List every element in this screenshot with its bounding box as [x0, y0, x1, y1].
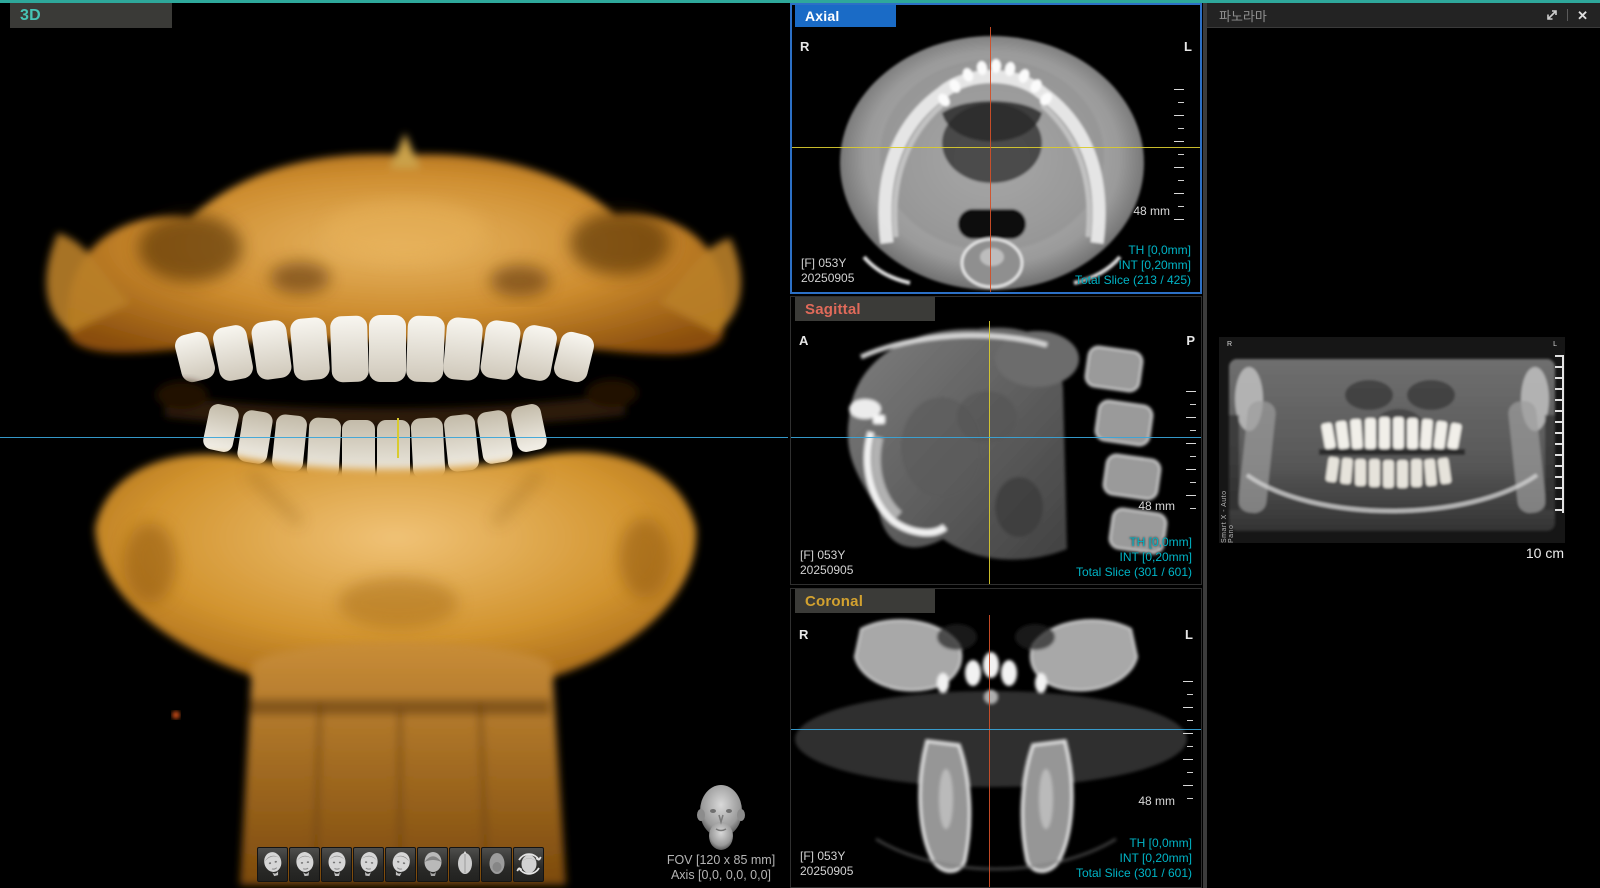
panorama-watermark: Smart X - Auto Pano: [1221, 485, 1235, 543]
head-model-preview-icon: [689, 781, 753, 853]
head-back-icon: [421, 850, 445, 880]
panel-axial[interactable]: Axial: [790, 3, 1202, 294]
head-front-icon: [325, 850, 349, 880]
tab-coronal-label: Coronal: [805, 593, 863, 610]
patient-id: [F] 053Y: [800, 548, 853, 563]
restore-window-button[interactable]: [1543, 7, 1560, 24]
slice-thickness: TH [0,0mm]: [1076, 836, 1192, 851]
head-rotate-button[interactable]: [513, 847, 544, 882]
coronal-scale-ruler: [1183, 681, 1193, 811]
patient-id: [F] 053Y: [800, 849, 853, 864]
study-date: 20250905: [800, 563, 853, 578]
sagittal-patient-info: [F] 053Y 20250905: [800, 548, 853, 578]
head-front-button[interactable]: [321, 847, 352, 882]
sagittal-slice-info: TH [0,0mm] INT [0,20mm] Total Slice (301…: [1076, 535, 1192, 580]
tab-3d-label: 3D: [20, 7, 41, 25]
slice-thickness: TH [0,0mm]: [1075, 243, 1191, 258]
panel-3d[interactable]: 3D: [0, 3, 788, 888]
head-top-button[interactable]: [449, 847, 480, 882]
coronal-crosshair-horizontal[interactable]: [791, 729, 1201, 730]
panorama-image-wrap[interactable]: R L Smart X - Auto Pano: [1219, 337, 1565, 543]
panorama-xray-image: [1219, 337, 1565, 543]
sagittal-marker-anterior: A: [799, 333, 808, 348]
head-bottom-icon: [485, 850, 509, 880]
total-slice: Total Slice (301 / 601): [1076, 866, 1192, 881]
study-date: 20250905: [800, 864, 853, 879]
coronal-scale-label: 48 mm: [1138, 794, 1175, 808]
axial-crosshair-vertical[interactable]: [990, 27, 991, 292]
slice-interval: INT [0,20mm]: [1076, 550, 1192, 565]
coronal-crosshair-vertical[interactable]: [989, 615, 990, 887]
head-bottom-button[interactable]: [481, 847, 512, 882]
tab-sagittal[interactable]: Sagittal: [795, 297, 935, 321]
orientation-toolbar: [257, 847, 545, 882]
tab-axial[interactable]: Axial: [795, 5, 896, 27]
tab-3d[interactable]: 3D: [10, 3, 172, 28]
head-right-oblique-icon: [389, 850, 413, 880]
fov-info-block: FOV [120 x 85 mm] Axis [0,0, 0,0, 0,0]: [656, 781, 786, 883]
axis-label: Axis [0,0, 0,0, 0,0]: [671, 868, 771, 883]
axial-crosshair-horizontal[interactable]: [792, 147, 1200, 148]
axial-slice-info: TH [0,0mm] INT [0,20mm] Total Slice (213…: [1075, 243, 1191, 288]
coronal-marker-right: R: [799, 627, 808, 642]
total-slice: Total Slice (301 / 601): [1076, 565, 1192, 580]
coronal-slice-info: TH [0,0mm] INT [0,20mm] Total Slice (301…: [1076, 836, 1192, 881]
head-rotate-icon: [516, 850, 542, 880]
panorama-scale-label: 10 cm: [1526, 545, 1564, 561]
sagittal-scale-ruler: [1186, 391, 1196, 521]
head-front-left-button[interactable]: [289, 847, 320, 882]
panel-coronal[interactable]: Coronal: [790, 588, 1202, 888]
axial-scale-label: 48 mm: [1133, 204, 1170, 218]
panorama-header: 파노라마 ✕: [1207, 3, 1600, 28]
coronal-patient-info: [F] 053Y 20250905: [800, 849, 853, 879]
close-icon: ✕: [1577, 9, 1588, 22]
study-date: 20250905: [801, 271, 854, 286]
header-separator: [1567, 9, 1568, 21]
panorama-title: 파노라마: [1219, 6, 1267, 25]
panorama-scale-ruler: [1555, 355, 1564, 513]
restore-arrow-icon: [1545, 9, 1558, 22]
head-front-right-icon: [357, 850, 381, 880]
head-right-oblique-button[interactable]: [385, 847, 416, 882]
head-left-oblique-icon: [261, 850, 285, 880]
head-top-icon: [453, 850, 477, 880]
volume-render-3d[interactable]: [0, 3, 788, 888]
sagittal-crosshair-vertical[interactable]: [989, 321, 990, 584]
slice-thickness: TH [0,0mm]: [1076, 535, 1192, 550]
crosshair-3d-horizontal[interactable]: [0, 437, 788, 438]
panorama-marker-right: R: [1227, 341, 1232, 348]
head-left-oblique-button[interactable]: [257, 847, 288, 882]
patient-id: [F] 053Y: [801, 256, 854, 271]
fov-label: FOV [120 x 85 mm]: [667, 853, 775, 868]
coronal-marker-left: L: [1185, 627, 1193, 642]
sagittal-scale-label: 48 mm: [1138, 499, 1175, 513]
dental-ct-viewer-window: 3D: [0, 0, 1600, 888]
head-back-button[interactable]: [417, 847, 448, 882]
panel-panorama[interactable]: 파노라마 ✕: [1207, 3, 1600, 888]
panorama-marker-left: L: [1553, 341, 1557, 348]
crosshair-3d-vertical-tick[interactable]: [397, 418, 399, 458]
axial-marker-right: R: [800, 39, 809, 54]
panel-sagittal[interactable]: Sagittal: [790, 296, 1202, 585]
head-front-right-button[interactable]: [353, 847, 384, 882]
total-slice: Total Slice (213 / 425): [1075, 273, 1191, 288]
sagittal-crosshair-horizontal[interactable]: [791, 437, 1201, 438]
tab-sagittal-label: Sagittal: [805, 301, 861, 318]
sagittal-marker-posterior: P: [1186, 333, 1195, 348]
slice-interval: INT [0,20mm]: [1076, 851, 1192, 866]
tab-axial-label: Axial: [805, 8, 839, 24]
head-front-left-icon: [293, 850, 317, 880]
slice-interval: INT [0,20mm]: [1075, 258, 1191, 273]
axial-patient-info: [F] 053Y 20250905: [801, 256, 854, 286]
axial-marker-left: L: [1184, 39, 1192, 54]
axial-scale-ruler: [1174, 89, 1184, 221]
close-panel-button[interactable]: ✕: [1575, 7, 1590, 24]
tab-coronal[interactable]: Coronal: [795, 589, 935, 613]
